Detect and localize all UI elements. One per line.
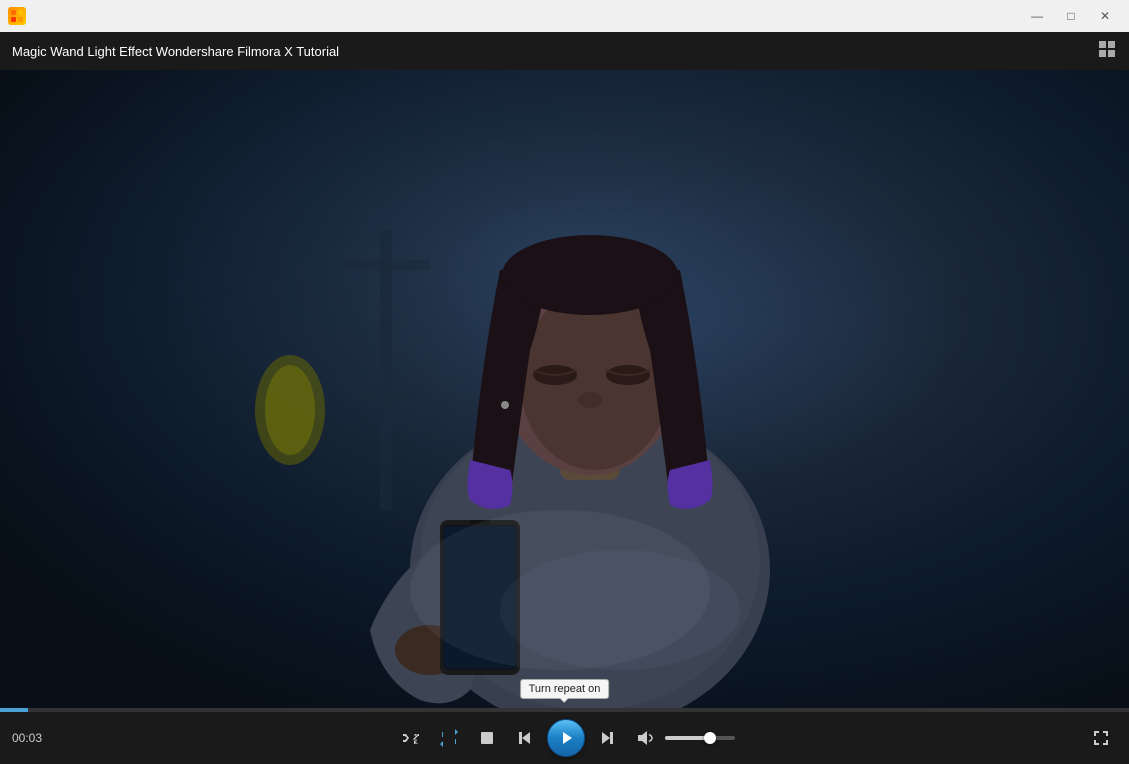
repeat-button[interactable]: [433, 722, 465, 754]
video-scene: [0, 70, 1129, 708]
grid-view-icon[interactable]: [1097, 39, 1117, 64]
app-icon: [8, 7, 26, 25]
volume-thumb: [704, 732, 716, 744]
next-button[interactable]: [591, 722, 623, 754]
media-title-text: Magic Wand Light Effect Wondershare Film…: [12, 44, 339, 59]
progress-bar-container[interactable]: [0, 708, 1129, 712]
volume-slider[interactable]: [665, 736, 735, 740]
minimize-button[interactable]: —: [1021, 0, 1053, 32]
title-bar: — □ ✕: [0, 0, 1129, 32]
maximize-button[interactable]: □: [1055, 0, 1087, 32]
time-display: 00:03: [12, 731, 52, 745]
video-area: [0, 70, 1129, 708]
shuffle-button[interactable]: [395, 722, 427, 754]
media-title-bar: Magic Wand Light Effect Wondershare Film…: [0, 32, 1129, 70]
progress-bar-fill: [0, 708, 28, 712]
volume-button[interactable]: [629, 722, 661, 754]
controls-bar: 00:03: [0, 712, 1129, 764]
controls-right: [1037, 722, 1117, 754]
previous-button[interactable]: [509, 722, 541, 754]
volume-area: [629, 722, 735, 754]
play-button[interactable]: [547, 719, 585, 757]
close-button[interactable]: ✕: [1089, 0, 1121, 32]
video-background: [0, 70, 1129, 708]
window-controls: — □ ✕: [1021, 0, 1121, 32]
controls-center: Turn repeat on: [395, 719, 735, 757]
fullscreen-button[interactable]: [1085, 722, 1117, 754]
controls-left: 00:03: [12, 731, 92, 745]
stop-button[interactable]: [471, 722, 503, 754]
